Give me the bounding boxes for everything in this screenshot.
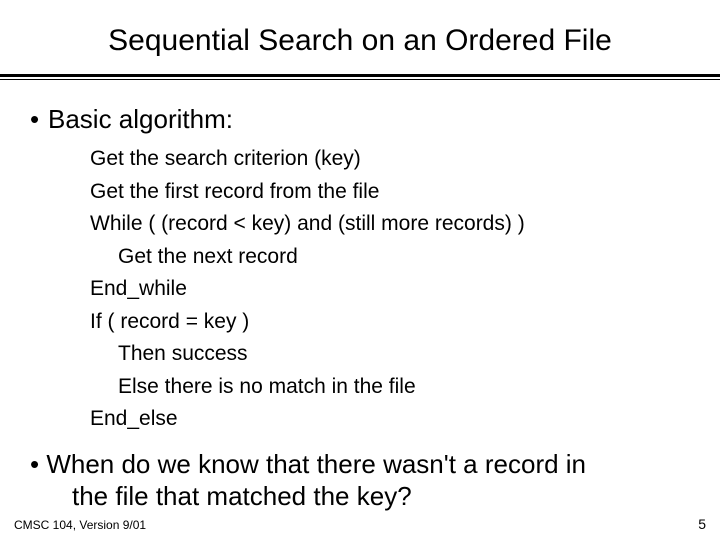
algo-line: Get the next record bbox=[90, 241, 690, 274]
bullet1-label: Basic algorithm: bbox=[48, 104, 233, 134]
slide-body: •Basic algorithm: Get the search criteri… bbox=[0, 80, 720, 513]
title-rule bbox=[0, 74, 720, 80]
algo-line: Then success bbox=[90, 338, 690, 371]
algo-line: Get the first record from the file bbox=[90, 176, 690, 209]
rule-thin bbox=[0, 79, 720, 80]
bullet-basic-algorithm: •Basic algorithm: bbox=[30, 104, 690, 135]
bullet-dot: • bbox=[30, 104, 48, 135]
footer-course: CMSC 104, Version 9/01 bbox=[14, 518, 146, 532]
algo-line: If ( record = key ) bbox=[90, 306, 690, 339]
slide: Sequential Search on an Ordered File •Ba… bbox=[0, 0, 720, 540]
bullet-question-line2: the file that matched the key? bbox=[30, 480, 690, 513]
bullet-question-line1: • When do we know that there wasn't a re… bbox=[30, 448, 690, 481]
algo-line: End_while bbox=[90, 273, 690, 306]
algo-line: End_else bbox=[90, 403, 690, 436]
algo-line: Get the search criterion (key) bbox=[90, 143, 690, 176]
slide-title: Sequential Search on an Ordered File bbox=[0, 0, 720, 68]
footer-page-number: 5 bbox=[698, 516, 706, 532]
algo-line: Else there is no match in the file bbox=[90, 371, 690, 404]
rule-thick bbox=[0, 74, 720, 77]
algo-line: While ( (record < key) and (still more r… bbox=[90, 208, 690, 241]
algorithm-block: Get the search criterion (key) Get the f… bbox=[90, 143, 690, 436]
